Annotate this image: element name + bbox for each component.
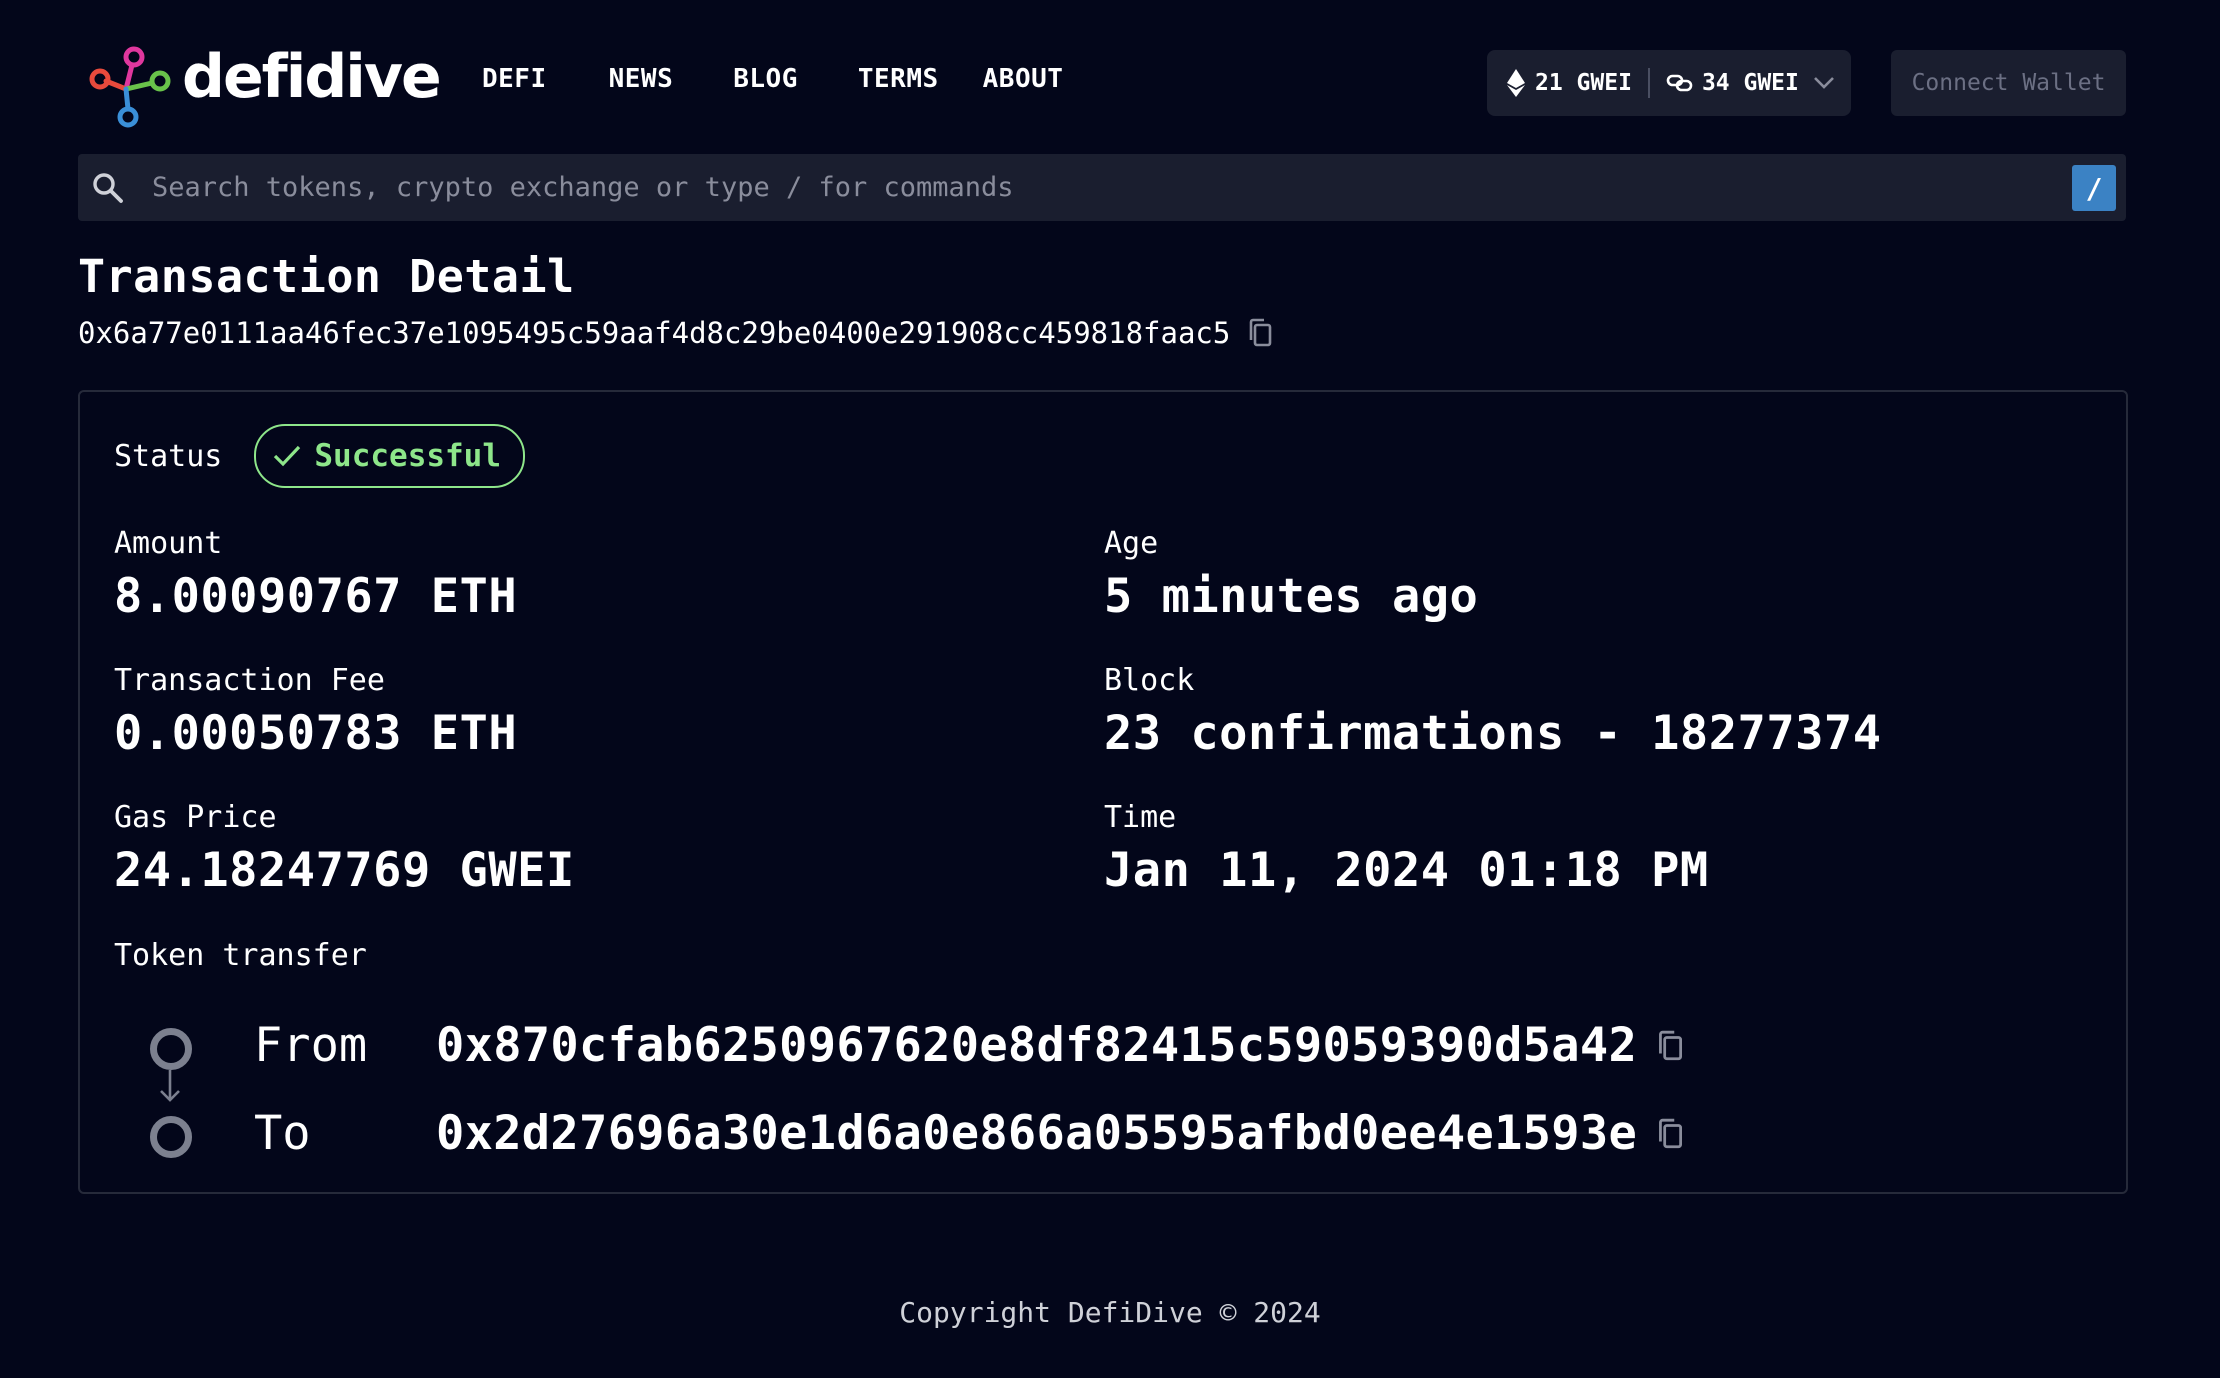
nav-item-defi[interactable]: DEFI (482, 64, 547, 94)
search-icon (93, 173, 123, 203)
page-title: Transaction Detail (78, 250, 575, 303)
transfer-to-row: To 0x2d27696a30e1d6a0e866a05595afbd0ee4e… (150, 1102, 1683, 1172)
to-label: To (254, 1106, 311, 1161)
copy-icon[interactable] (1246, 317, 1274, 349)
from-node-icon (150, 1028, 192, 1070)
chain-gas-value: 34 GWEI (1701, 70, 1799, 96)
status-label: Status (114, 438, 223, 474)
status-value: Successful (314, 438, 502, 474)
search-input[interactable] (152, 154, 2052, 221)
transaction-hash: 0x6a77e0111aa46fec37e1095495c59aaf4d8c29… (78, 316, 1274, 350)
chevron-down-icon (1813, 77, 1834, 89)
page: defidive DEFI NEWS BLOG TERMS ABOUT 21 G… (0, 0, 2220, 1378)
block-field: Block 23 confirmations - 18277374 (1104, 663, 1882, 761)
nav-item-terms[interactable]: TERMS (858, 64, 939, 94)
ethereum-icon (1507, 69, 1525, 97)
molecule-logo-icon (89, 46, 171, 128)
time-label: Time (1104, 800, 1177, 835)
connect-wallet-button[interactable]: Connect Wallet (1891, 50, 2126, 116)
brand-logo[interactable]: defidive (86, 36, 442, 132)
transaction-hash-value: 0x6a77e0111aa46fec37e1095495c59aaf4d8c29… (78, 316, 1231, 350)
eth-gas-value: 21 GWEI (1535, 70, 1632, 96)
time-field: Time Jan 11, 2024 01:18 PM (1104, 800, 1709, 898)
search-bar: / (78, 154, 2126, 221)
fee-label: Transaction Fee (114, 663, 385, 698)
copy-icon[interactable] (1655, 1117, 1685, 1151)
nav-item-news[interactable]: NEWS (609, 64, 674, 94)
from-label: From (254, 1018, 368, 1073)
footer-copyright: Copyright DefiDive © 2024 (899, 1296, 1321, 1329)
block-value[interactable]: 23 confirmations - 18277374 (1104, 706, 1882, 761)
amount-value: 8.00090767 ETH (114, 569, 518, 624)
to-node-icon (150, 1116, 192, 1158)
copy-icon[interactable] (1655, 1029, 1685, 1063)
fee-value: 0.00050783 ETH (114, 706, 518, 761)
token-transfer-label: Token transfer (114, 938, 367, 973)
to-address-value[interactable]: 0x2d27696a30e1d6a0e866a05595afbd0ee4e159… (436, 1106, 1637, 1161)
status-row: Status Successful (114, 424, 526, 488)
block-label: Block (1104, 663, 1195, 698)
time-value: Jan 11, 2024 01:18 PM (1104, 843, 1709, 898)
gas-tracker-dropdown[interactable]: 21 GWEI 34 GWEI (1487, 50, 1851, 116)
link-icon (1666, 74, 1693, 92)
transfer-from-row: From 0x870cfab6250967620e8df82415c590593… (150, 1014, 1683, 1084)
nav-item-blog[interactable]: BLOG (733, 64, 798, 94)
nav-item-about[interactable]: ABOUT (983, 64, 1064, 94)
to-address: 0x2d27696a30e1d6a0e866a05595afbd0ee4e159… (436, 1106, 1685, 1161)
gas-price-value: 24.18247769 GWEI (114, 843, 575, 898)
fee-field: Transaction Fee 0.00050783 ETH (114, 663, 517, 761)
main-nav: DEFI NEWS BLOG TERMS ABOUT (482, 64, 1063, 94)
amount-field: Amount 8.00090767 ETH (114, 526, 517, 624)
age-value: 5 minutes ago (1104, 569, 1479, 624)
check-icon (274, 445, 301, 467)
from-address: 0x870cfab6250967620e8df82415c59059390d5a… (436, 1018, 1685, 1073)
status-badge: Successful (254, 424, 526, 488)
command-shortcut-badge: / (2072, 165, 2116, 211)
gas-divider (1647, 68, 1650, 98)
brand-name: defidive (182, 42, 442, 112)
gas-price-field: Gas Price 24.18247769 GWEI (114, 800, 575, 898)
transaction-detail-card: Status Successful Amount 8.00090767 ETH … (78, 390, 2128, 1194)
gas-price-label: Gas Price (114, 800, 277, 835)
top-bar: defidive DEFI NEWS BLOG TERMS ABOUT 21 G… (78, 36, 2126, 132)
age-label: Age (1104, 526, 1159, 561)
age-field: Age 5 minutes ago (1104, 526, 1478, 624)
arrow-down-icon (160, 1070, 180, 1102)
amount-label: Amount (114, 526, 223, 561)
from-address-value[interactable]: 0x870cfab6250967620e8df82415c59059390d5a… (436, 1018, 1637, 1073)
